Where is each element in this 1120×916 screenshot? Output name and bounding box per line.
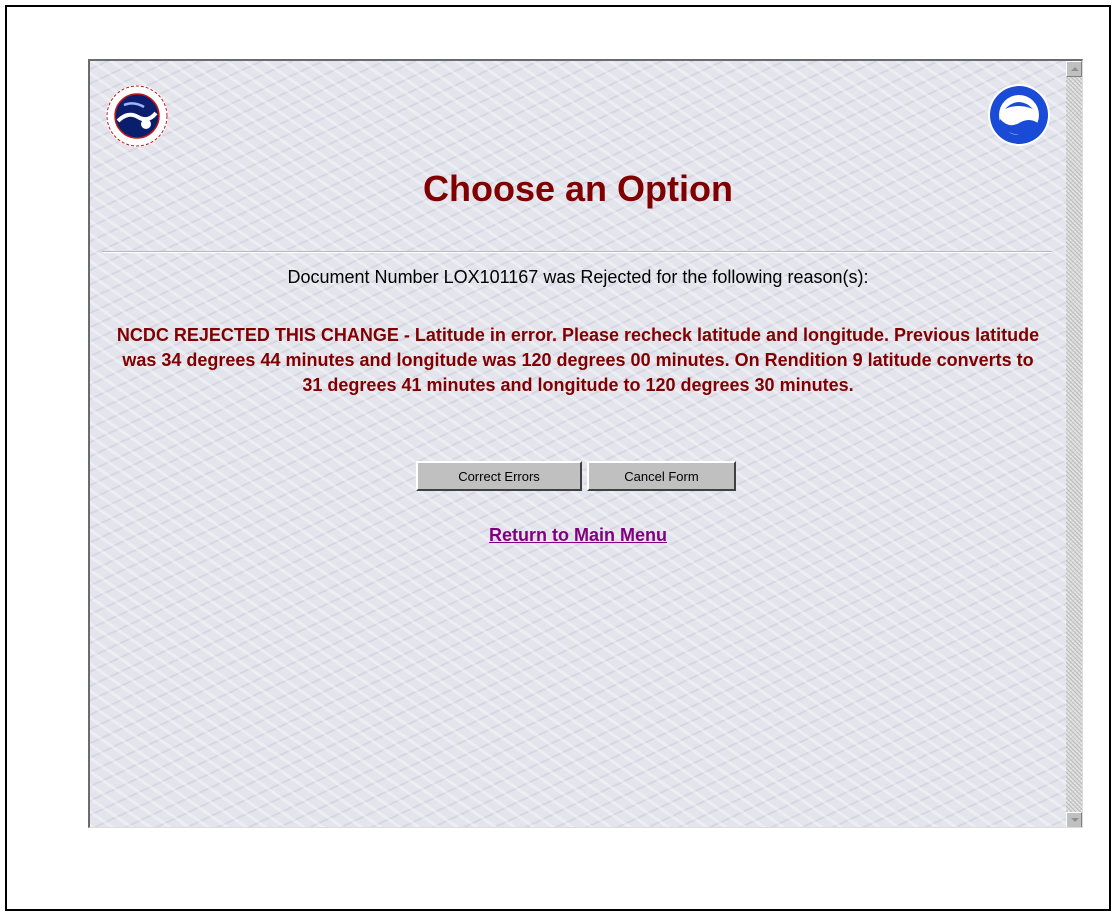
screenshot-frame: Choose an Option Document Number LOX1011… (5, 5, 1111, 911)
horizontal-rule (102, 251, 1052, 253)
page-title: Choose an Option (423, 168, 733, 209)
cancel-form-button[interactable]: Cancel Form (587, 461, 736, 491)
browser-viewport: Choose an Option Document Number LOX1011… (88, 59, 1083, 828)
noaa-seal-icon (988, 84, 1050, 146)
nws-seal-icon (106, 85, 168, 147)
arrow-up-icon (1071, 67, 1079, 71)
arrow-down-icon (1071, 818, 1079, 822)
correct-errors-button[interactable]: Correct Errors (416, 461, 582, 491)
page-content: Choose an Option Document Number LOX1011… (90, 61, 1066, 827)
scroll-up-button[interactable] (1066, 61, 1082, 77)
scroll-down-button[interactable] (1066, 812, 1082, 827)
return-to-main-menu-link[interactable]: Return to Main Menu (90, 525, 1066, 546)
rejection-reason: NCDC REJECTED THIS CHANGE - Latitude in … (116, 325, 1040, 395)
rejection-notice: Document Number LOX101167 was Rejected f… (287, 267, 869, 287)
vertical-scrollbar[interactable] (1066, 61, 1082, 827)
